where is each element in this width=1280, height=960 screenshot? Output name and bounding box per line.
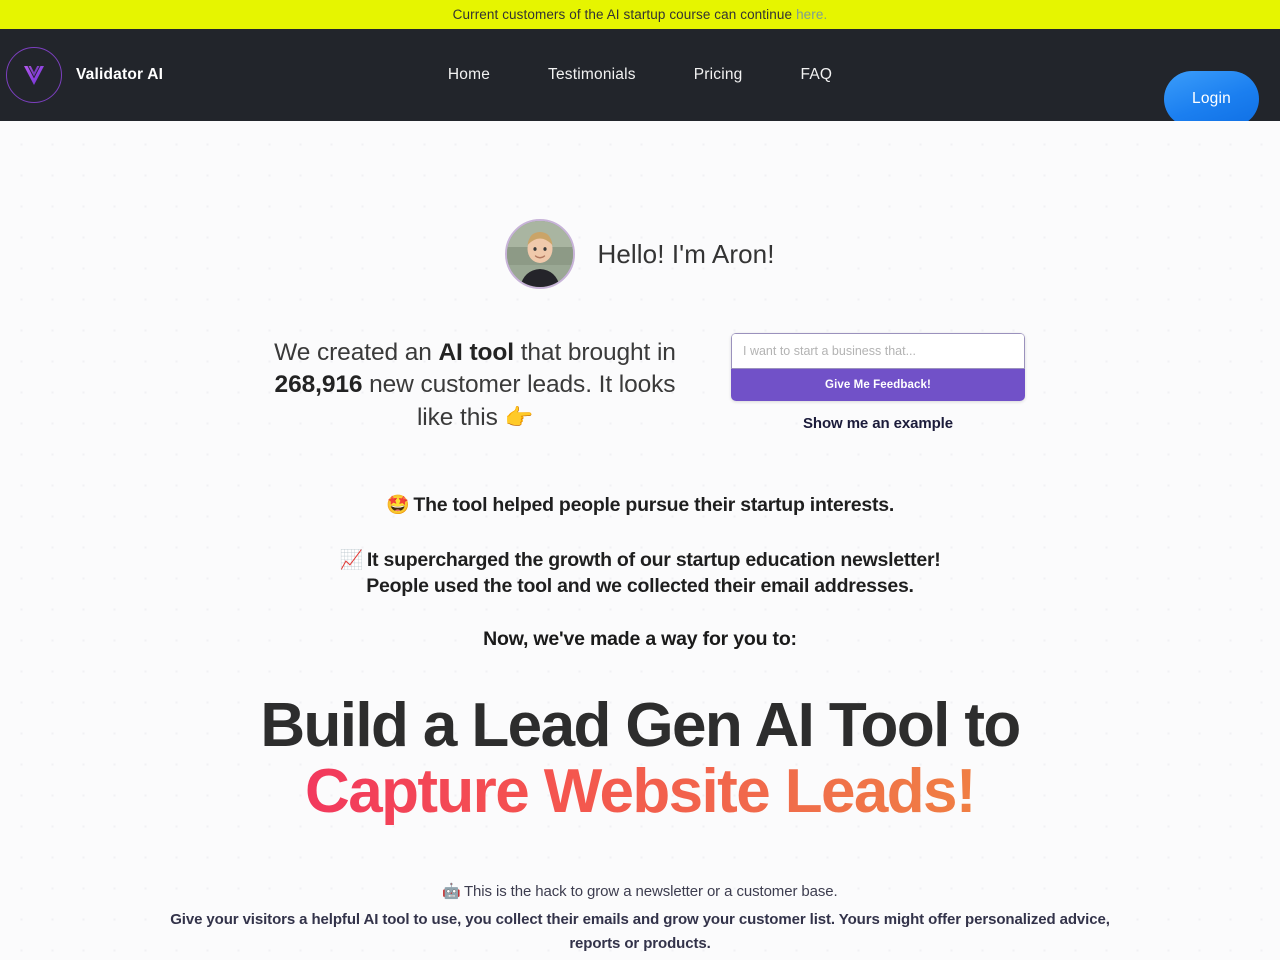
- business-idea-input[interactable]: [731, 333, 1025, 369]
- brand-name: Validator AI: [76, 66, 164, 83]
- brand-logo-group[interactable]: Validator AI: [0, 47, 163, 103]
- star-struck-icon: 🤩: [386, 494, 410, 516]
- headline-line-1: Build a Lead Gen AI Tool to: [260, 690, 1021, 760]
- hero-copy: We created an AI tool that brought in 26…: [265, 333, 685, 434]
- nav-item-testimonials[interactable]: Testimonials: [548, 66, 636, 84]
- benefits-list: 🤩 The tool helped people pursue their sta…: [0, 492, 1280, 600]
- nav-item-pricing[interactable]: Pricing: [694, 66, 743, 84]
- feedback-widget-column: Give Me Feedback! Show me an example: [731, 333, 1025, 432]
- avatar: [505, 219, 576, 289]
- footnote: 🤖 This is the hack to grow a newsletter o…: [0, 880, 1280, 955]
- give-me-feedback-button[interactable]: Give Me Feedback!: [731, 369, 1025, 401]
- footnote-line-1-row: 🤖 This is the hack to grow a newsletter o…: [0, 880, 1280, 903]
- hero-lead-count: 268,916: [274, 371, 363, 399]
- announcement-banner: Current customers of the AI startup cour…: [0, 0, 1280, 29]
- page-content: Hello! I'm Aron! We created an AI tool t…: [0, 121, 1280, 960]
- benefit-text-2-line2: People used the tool and we collected th…: [366, 575, 914, 598]
- announcement-text: Current customers of the AI startup cour…: [452, 7, 793, 22]
- login-button[interactable]: Login: [1164, 71, 1259, 127]
- nav-links: Home Testimonials Pricing FAQ: [448, 66, 832, 84]
- feedback-widget: Give Me Feedback!: [731, 333, 1025, 401]
- v-logo-icon: [6, 47, 62, 103]
- announcement-here-link[interactable]: here.: [796, 7, 827, 22]
- benefit-text-1: The tool helped people pursue their star…: [413, 493, 894, 516]
- benefit-text-2: It supercharged the growth of our startu…: [366, 548, 941, 571]
- headline-line-2: Capture Website Leads!: [0, 758, 1280, 825]
- hero-copy-bold-ai-tool: AI tool: [438, 339, 514, 366]
- benefit-item-1: 🤩 The tool helped people pursue their sta…: [0, 492, 1280, 519]
- nav-item-home[interactable]: Home: [448, 66, 490, 84]
- greeting-text: Hello! I'm Aron!: [597, 238, 775, 269]
- hero-section: We created an AI tool that brought in 26…: [0, 333, 1280, 434]
- footnote-line-2: Give your visitors a helpful AI tool to …: [170, 911, 1110, 952]
- nav-item-faq[interactable]: FAQ: [801, 66, 833, 84]
- robot-icon: 🤖: [442, 883, 461, 901]
- hero-copy-part1: We created an: [274, 339, 439, 366]
- pointing-right-icon: 👉: [504, 403, 534, 430]
- main-navbar: Validator AI Home Testimonials Pricing F…: [0, 29, 1280, 127]
- benefit-item-2: 📈 It supercharged the growth of our start…: [0, 547, 1280, 600]
- chart-increasing-icon: 📈: [339, 549, 363, 571]
- hero-copy-part2: that brought in: [513, 339, 676, 366]
- footnote-line-1: This is the hack to grow a newsletter or…: [463, 883, 838, 901]
- greeting-row: Hello! I'm Aron!: [0, 219, 1280, 289]
- show-example-link[interactable]: Show me an example: [731, 415, 1025, 432]
- transition-line: Now, we've made a way for you to:: [483, 627, 797, 650]
- page-title: Build a Lead Gen AI Tool to Capture Webs…: [0, 690, 1280, 826]
